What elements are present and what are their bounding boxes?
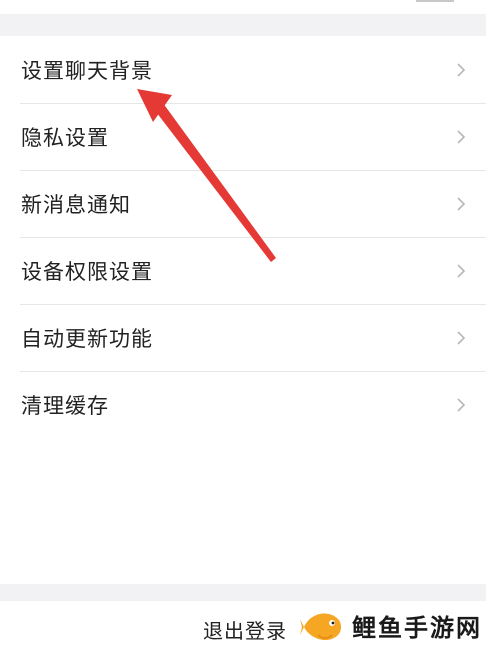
menu-item-label: 自动更新功能 [21,326,153,351]
menu-item-label: 新消息通知 [21,192,131,217]
menu-item-label: 设备权限设置 [21,259,153,284]
chevron-right-icon [457,330,466,345]
menu-item-chat-background[interactable]: 设置聊天背景 [0,36,486,103]
chevron-right-icon [457,397,466,412]
menu-item-clear-cache[interactable]: 清理缓存 [0,371,486,438]
top-cropped-row [0,0,486,14]
chevron-right-icon [457,196,466,211]
watermark: 鲤鱼手游网 [300,604,482,646]
menu-item-privacy-settings[interactable]: 隐私设置 [0,103,486,170]
bottom-section-gap [0,584,486,601]
menu-item-new-message-notification[interactable]: 新消息通知 [0,170,486,237]
chevron-right-icon [457,129,466,144]
fish-logo-icon [300,613,341,641]
chevron-right-icon [457,263,466,278]
menu-item-auto-update[interactable]: 自动更新功能 [0,304,486,371]
settings-menu-list: 设置聊天背景 隐私设置 新消息通知 设备权限设置 自动更新功能 清理缓存 [0,36,486,438]
menu-item-label: 设置聊天背景 [21,58,153,83]
menu-item-label: 清理缓存 [21,393,109,418]
menu-item-device-permissions[interactable]: 设备权限设置 [0,237,486,304]
chevron-right-icon [457,62,466,77]
watermark-text: 鲤鱼手游网 [352,613,482,642]
menu-item-label: 隐私设置 [21,125,109,150]
logout-button[interactable]: 退出登录 [203,615,287,644]
top-cropped-divider [416,0,454,2]
